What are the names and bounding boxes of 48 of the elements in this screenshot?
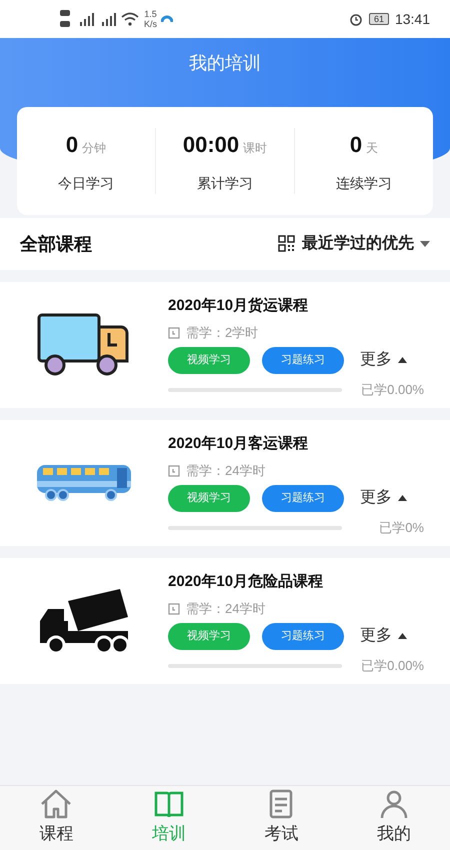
battery-indicator: 61 <box>368 13 389 25</box>
clock-icon <box>168 465 180 477</box>
progress-text: 已学0.00% <box>361 656 424 675</box>
stat-label: 连续学习 <box>336 174 392 193</box>
clock: 13:41 <box>394 10 430 28</box>
page-title: 我的培训 <box>189 53 261 73</box>
stat-unit: 分钟 <box>82 140 106 157</box>
stat-label: 累计学习 <box>197 174 253 193</box>
required-hours: 需学：24学时 <box>186 462 266 480</box>
alarm-icon <box>348 12 363 26</box>
bus-icon <box>35 463 133 503</box>
course-title: 2020年10月客运课程 <box>168 434 310 454</box>
quiz-practice-button[interactable]: 习题练习 <box>262 484 344 512</box>
stat-value: 0 <box>66 131 78 159</box>
quiz-practice-button[interactable]: 习题练习 <box>262 622 344 650</box>
clock-icon <box>168 327 180 339</box>
more-button[interactable]: 更多 <box>360 624 407 648</box>
course-title: 2020年10月危险品课程 <box>168 572 324 592</box>
caret-down-icon <box>420 241 430 247</box>
sort-dropdown[interactable]: 最近学过的优先 <box>302 232 430 256</box>
truck-icon <box>37 313 131 377</box>
course-title: 2020年10月货运课程 <box>168 296 310 316</box>
stat-label: 今日学习 <box>58 174 114 193</box>
network-speed: 1.5 <box>144 9 157 19</box>
stat-value: 00:00 <box>182 131 240 159</box>
caret-up-icon <box>398 495 407 502</box>
speed-unit: K/s <box>144 19 158 29</box>
tab[interactable]: 课程 <box>0 786 112 850</box>
app-icon <box>161 13 174 25</box>
required-hours: 需学：2学时 <box>186 324 258 342</box>
section-title: 全部课程 <box>20 232 92 256</box>
more-button[interactable]: 更多 <box>360 486 407 510</box>
home-icon <box>39 789 74 820</box>
qr-code-icon <box>278 235 296 253</box>
quiz-practice-button[interactable]: 习题练习 <box>262 346 344 374</box>
stat-unit: 天 <box>366 140 378 157</box>
tab[interactable]: 我的 <box>338 786 450 850</box>
caret-up-icon <box>398 357 407 364</box>
more-button[interactable]: 更多 <box>360 348 407 372</box>
stat-unit: 课时 <box>243 140 268 157</box>
tab[interactable]: 考试 <box>225 786 338 850</box>
progress-text: 已学0.00% <box>361 380 424 399</box>
required-hours: 需学：24学时 <box>186 600 266 618</box>
clock-icon <box>168 603 180 615</box>
signal-icon <box>60 8 140 30</box>
caret-up-icon <box>398 633 407 640</box>
stat-value: 0 <box>350 131 362 159</box>
progress-text: 已学0% <box>379 518 424 537</box>
